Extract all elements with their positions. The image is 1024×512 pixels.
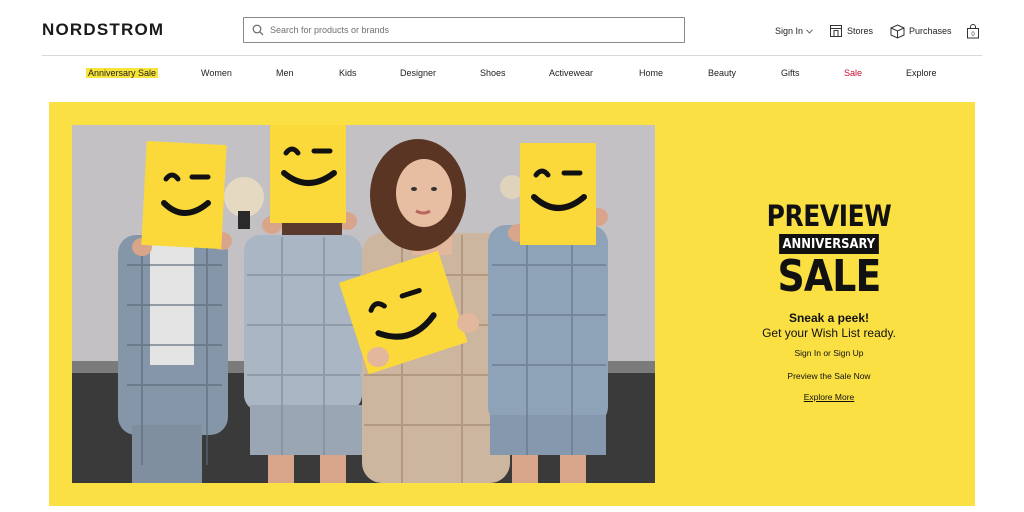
- shopping-bag-button[interactable]: 0: [966, 22, 984, 40]
- stores-link[interactable]: Stores: [829, 22, 873, 40]
- purchases-label: Purchases: [909, 26, 952, 36]
- sign-in-label: Sign In: [775, 26, 804, 36]
- sign-in-or-sign-up-link[interactable]: Sign In or Sign Up: [739, 348, 919, 358]
- nav-sale[interactable]: Sale: [844, 68, 862, 78]
- nav-home[interactable]: Home: [639, 68, 663, 78]
- search-input[interactable]: [270, 25, 670, 35]
- stores-label: Stores: [847, 26, 874, 36]
- shopping-bag-icon: 0: [966, 23, 980, 39]
- nav-shoes[interactable]: Shoes: [480, 68, 506, 78]
- nav-activewear[interactable]: Activewear: [549, 68, 593, 78]
- purchases-link[interactable]: Purchases: [890, 22, 952, 40]
- wish-list-text: Get your Wish List ready.: [762, 326, 896, 340]
- nav-explore[interactable]: Explore: [906, 68, 937, 78]
- nav-men[interactable]: Men: [276, 68, 294, 78]
- hero-photo[interactable]: [72, 125, 655, 483]
- svg-text:0: 0: [971, 32, 975, 38]
- hero-illustration: [72, 125, 655, 483]
- headline-preview: PREVIEW: [766, 199, 892, 233]
- header: NORDSTROM Sign In Stores: [0, 0, 1024, 56]
- search-icon: [252, 24, 264, 36]
- sneak-peek-text: Sneak a peek!: [788, 311, 870, 325]
- store-icon: [829, 24, 843, 38]
- preview-sale-link[interactable]: Preview the Sale Now: [739, 371, 919, 381]
- explore-more-link[interactable]: Explore More: [804, 392, 855, 402]
- nav-designer[interactable]: Designer: [400, 68, 436, 78]
- sign-in-menu[interactable]: Sign In: [775, 22, 813, 40]
- nav-anniversary-sale[interactable]: Anniversary Sale: [86, 68, 159, 78]
- promo-panel: PREVIEW ANNIVERSARY SALE Sneak a peek! G…: [739, 200, 919, 405]
- box-icon: [890, 23, 905, 39]
- chevron-down-icon: [806, 28, 813, 34]
- nav-kids[interactable]: Kids: [339, 68, 357, 78]
- nav-beauty[interactable]: Beauty: [708, 68, 736, 78]
- header-divider: [42, 55, 982, 56]
- main-nav: Anniversary Sale Women Men Kids Designer…: [0, 68, 1024, 84]
- search-bar[interactable]: [243, 17, 685, 43]
- nordstrom-logo[interactable]: NORDSTROM: [42, 20, 164, 40]
- nav-gifts[interactable]: Gifts: [781, 68, 800, 78]
- nav-women[interactable]: Women: [201, 68, 232, 78]
- headline-sale: SALE: [777, 251, 881, 302]
- hero-banner[interactable]: PREVIEW ANNIVERSARY SALE Sneak a peek! G…: [49, 102, 975, 506]
